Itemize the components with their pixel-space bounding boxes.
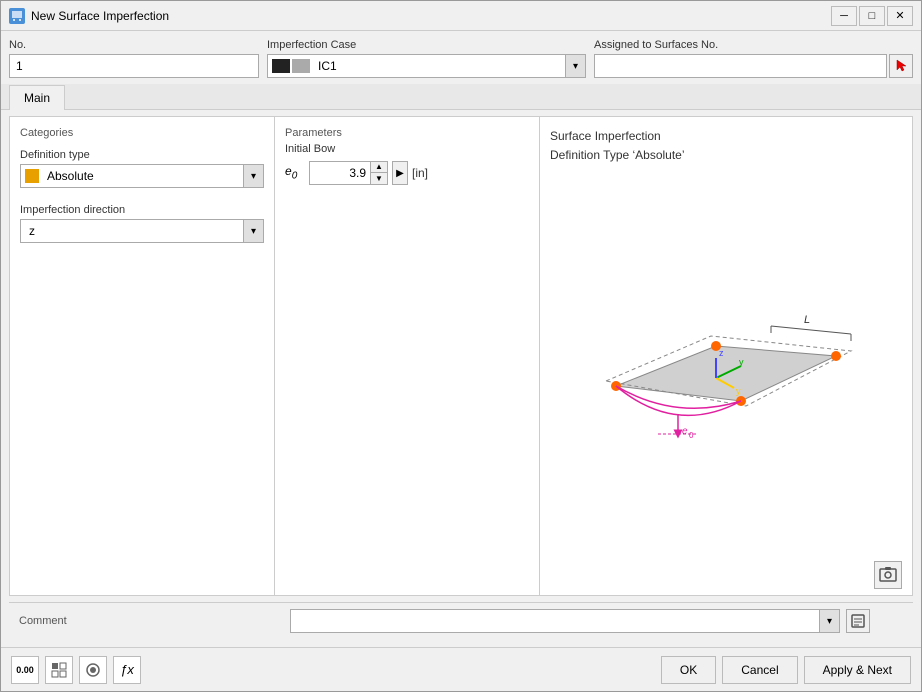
titlebar-controls: ─ □ ✕: [831, 6, 913, 26]
bow-unit: [in]: [412, 166, 428, 180]
svg-text:e: e: [682, 426, 688, 437]
comment-label: Comment: [19, 615, 284, 627]
ic-color-dark: [272, 59, 290, 73]
main-window: New Surface Imperfection ─ □ ✕ No. Imper…: [0, 0, 922, 692]
comment-edit-button[interactable]: [846, 609, 870, 633]
imperfection-case-dropdown-arrow[interactable]: ▾: [565, 55, 585, 77]
minimize-button[interactable]: ─: [831, 6, 857, 26]
no-group: No.: [9, 39, 259, 78]
assigned-input[interactable]: [594, 54, 887, 78]
description-text: Surface Imperfection Definition Type ‘Ab…: [550, 127, 902, 165]
definition-type-group: Definition type Absolute ▾: [20, 149, 264, 188]
main-content: No. Imperfection Case IC1 ▾ Assigned to …: [1, 31, 921, 647]
no-input[interactable]: [9, 54, 259, 78]
top-fields-row: No. Imperfection Case IC1 ▾ Assigned to …: [9, 39, 913, 78]
bow-key: e0: [285, 164, 305, 181]
categories-panel: Categories Definition type Absolute ▾ Im…: [10, 117, 275, 595]
initial-bow-label: Initial Bow: [285, 143, 529, 155]
footer-buttons: OK Cancel Apply & Next: [661, 656, 911, 684]
initial-bow-row: e0 ▲ ▼ ▶ [in]: [285, 161, 529, 185]
formula-tool-button[interactable]: ƒx: [113, 656, 141, 684]
titlebar-left: New Surface Imperfection: [9, 8, 169, 24]
coordinates-tool-button[interactable]: 0.00: [11, 656, 39, 684]
svg-text:y: y: [739, 357, 744, 367]
categories-label: Categories: [20, 127, 264, 143]
maximize-button[interactable]: □: [859, 6, 885, 26]
tab-bar: Main: [1, 84, 921, 110]
bow-spin-buttons: ▲ ▼: [370, 162, 387, 184]
diagram-area: L y y z e: [550, 167, 902, 565]
svg-text:0: 0: [689, 431, 694, 440]
ic-color-light: [292, 59, 310, 73]
pick-button[interactable]: [889, 54, 913, 78]
window-title: New Surface Imperfection: [31, 9, 169, 23]
definition-type-select[interactable]: Absolute ▾: [20, 164, 264, 188]
titlebar: New Surface Imperfection ─ □ ✕: [1, 1, 921, 31]
imperfection-direction-label: Imperfection direction: [20, 204, 264, 216]
imperfection-direction-arrow[interactable]: ▾: [243, 220, 263, 242]
imperfection-direction-value: z: [21, 222, 243, 240]
assigned-group: Assigned to Surfaces No.: [594, 39, 913, 78]
definition-type-color: [25, 169, 39, 183]
main-panel: Categories Definition type Absolute ▾ Im…: [9, 116, 913, 596]
view-tool-button[interactable]: [45, 656, 73, 684]
svg-text:z: z: [719, 348, 724, 358]
definition-type-arrow[interactable]: ▾: [243, 165, 263, 187]
assigned-row: [594, 54, 913, 78]
svg-text:L: L: [804, 314, 810, 326]
ok-button[interactable]: OK: [661, 656, 716, 684]
imperfection-case-group: Imperfection Case IC1 ▾: [267, 39, 586, 78]
screenshot-area: [874, 561, 902, 589]
screenshot-button[interactable]: [874, 561, 902, 589]
tab-main[interactable]: Main: [9, 85, 65, 110]
window-icon: [9, 8, 25, 24]
definition-type-label: Definition type: [20, 149, 264, 161]
imperfection-case-label: Imperfection Case: [267, 39, 586, 51]
imperfection-diagram: L y y z e: [586, 266, 866, 466]
imperfection-direction-select[interactable]: z ▾: [20, 219, 264, 243]
imperfection-direction-group: Imperfection direction z ▾: [20, 204, 264, 243]
footer: 0.00 ƒx OK Cancel: [1, 647, 921, 691]
definition-type-value: Absolute: [43, 167, 243, 185]
bow-input-wrapper: ▲ ▼: [309, 161, 388, 185]
svg-text:y: y: [736, 386, 741, 396]
cancel-button[interactable]: Cancel: [722, 656, 797, 684]
assigned-label: Assigned to Surfaces No.: [594, 39, 913, 51]
footer-tools: 0.00 ƒx: [11, 656, 141, 684]
apply-next-button[interactable]: Apply & Next: [804, 656, 911, 684]
imperfection-case-value: IC1: [314, 57, 565, 75]
no-label: No.: [9, 39, 259, 51]
bow-forward-button[interactable]: ▶: [392, 161, 408, 185]
parameters-label: Parameters: [285, 127, 529, 143]
parameters-panel: Parameters Initial Bow e0 ▲ ▼ ▶ [in]: [275, 117, 540, 595]
close-button[interactable]: ✕: [887, 6, 913, 26]
comment-bar: Comment ▾: [9, 602, 913, 639]
bow-spin-down[interactable]: ▼: [371, 173, 387, 184]
comment-input[interactable]: [291, 612, 819, 630]
description-panel: Surface Imperfection Definition Type ‘Ab…: [540, 117, 912, 595]
bow-spin-up[interactable]: ▲: [371, 162, 387, 173]
display-tool-button[interactable]: [79, 656, 107, 684]
comment-dropdown-arrow[interactable]: ▾: [819, 610, 839, 632]
comment-input-wrapper: ▾: [290, 609, 840, 633]
bow-value-input[interactable]: [310, 164, 370, 182]
imperfection-case-input[interactable]: IC1 ▾: [267, 54, 586, 78]
